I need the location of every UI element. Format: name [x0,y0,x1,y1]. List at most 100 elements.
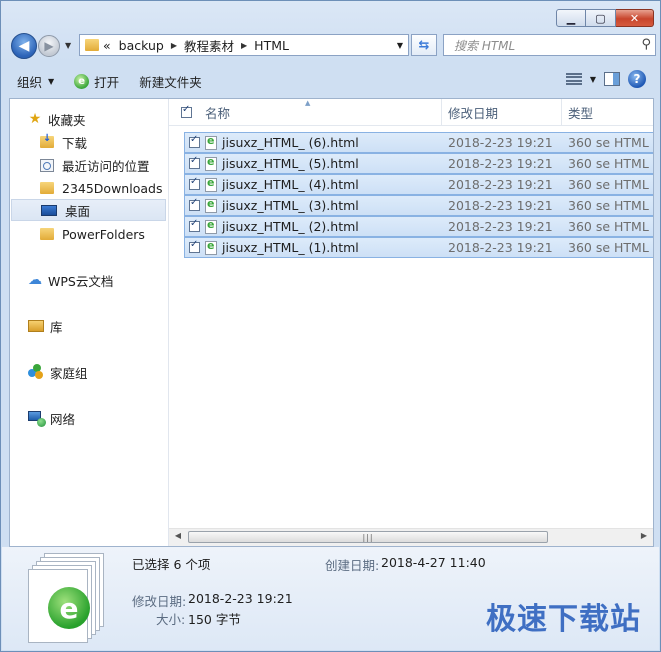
browser-logo-icon: e [48,587,90,629]
row-checkbox[interactable] [189,176,200,190]
homegroup-icon [28,364,44,380]
sidebar-favorites[interactable]: ★ 收藏夹 [26,108,86,130]
row-checkbox[interactable] [189,134,200,148]
file-date: 2018-2-23 19:21 [448,156,553,171]
maximize-button[interactable]: ▢ [586,9,616,27]
sidebar-item-label: 下载 [62,135,88,151]
breadcrumb: « backup ▶ 教程素材 ▶ HTML [99,35,293,55]
star-icon: ★ [28,111,42,127]
sidebar-wps-label: WPS云文档 [48,273,114,289]
created-date-value: 2018-4-27 11:40 [381,555,486,570]
chevron-right-icon[interactable]: ▶ [238,41,250,50]
sidebar-item-recent-places[interactable]: 最近访问的位置 [40,154,150,176]
sidebar-library[interactable]: 库 [28,315,63,337]
refresh-button[interactable]: ⇆ [411,34,437,56]
breadcrumb-html[interactable]: HTML [250,38,293,53]
file-row[interactable]: jisuxz_HTML_ (1).html 2018-2-23 19:21 36… [184,237,653,258]
sidebar-item-powerfolders[interactable]: PowerFolders [40,223,145,245]
arrow-left-icon: ◀ [18,38,30,54]
column-date[interactable]: 修改日期 [441,99,566,125]
file-type: 360 se HTML D [568,198,653,213]
select-all-checkbox[interactable] [181,99,192,125]
html-file-icon [205,218,217,234]
horizontal-scrollbar[interactable]: ◀ ||| ▶ [169,528,653,546]
sidebar-network[interactable]: 网络 [28,407,75,429]
column-name-label: 名称 [205,105,231,121]
search-input[interactable] [452,36,636,56]
view-list-icon[interactable] [565,73,582,85]
file-row[interactable]: jisuxz_HTML_ (4).html 2018-2-23 19:21 36… [184,174,653,195]
browser-icon: e [74,73,90,89]
forward-button[interactable]: ▶ [38,35,60,57]
row-checkbox[interactable] [189,155,200,169]
command-bar: 组织 ▼ e 打开 新建文件夹 ▼ ? [7,67,654,95]
refresh-icon: ⇆ [418,37,430,53]
html-file-icon [205,176,217,192]
column-date-label: 修改日期 [448,105,499,121]
created-date-label: 创建日期: [325,558,380,573]
modified-date-label: 修改日期: [132,594,187,609]
folder-icon [40,228,54,240]
new-folder-button[interactable]: 新建文件夹 [129,69,212,93]
minimize-button[interactable]: ▁ [556,9,586,27]
row-checkbox[interactable] [189,218,200,232]
open-button[interactable]: e 打开 [64,69,129,93]
sidebar-item-label: 最近访问的位置 [62,158,150,174]
details-pane: e 已选择 6 个项 创建日期: 2018-4-27 11:40 修改日期: 2… [2,547,659,650]
sidebar-item-downloads[interactable]: 下载 [40,131,87,153]
file-type: 360 se HTML D [568,219,653,234]
row-checkbox[interactable] [189,239,200,253]
caption-buttons: ▁ ▢ ✕ [556,9,654,27]
address-bar[interactable]: « backup ▶ 教程素材 ▶ HTML ▼ [79,34,409,56]
sidebar-homegroup-label: 家庭组 [50,365,88,381]
file-name: jisuxz_HTML_ (6).html [222,135,359,150]
scroll-left-icon[interactable]: ◀ [171,531,185,540]
file-row[interactable]: jisuxz_HTML_ (3).html 2018-2-23 19:21 36… [184,195,653,216]
back-button[interactable]: ◀ [11,33,37,59]
toolbar-right: ▼ ? [565,70,646,88]
new-folder-label: 新建文件夹 [139,74,202,90]
file-row[interactable]: jisuxz_HTML_ (6).html 2018-2-23 19:21 36… [184,132,653,153]
breadcrumb-tutorial[interactable]: 教程素材 [180,36,238,55]
modified-date-value: 2018-2-23 19:21 [188,591,293,606]
column-header: ▲ 名称 修改日期 类型 [169,99,653,126]
breadcrumb-backup[interactable]: backup [115,38,168,53]
file-row[interactable]: jisuxz_HTML_ (2).html 2018-2-23 19:21 36… [184,216,653,237]
row-checkbox[interactable] [189,197,200,211]
sidebar-item-label: 2345Downloads [62,180,163,196]
html-file-icon [205,134,217,150]
address-dropdown-icon[interactable]: ▼ [397,41,403,50]
cloud-icon: ☁ [28,272,42,288]
scrollbar-thumb[interactable]: ||| [188,531,548,543]
chevron-down-icon: ▼ [48,76,55,86]
file-name: jisuxz_HTML_ (4).html [222,177,359,192]
search-box[interactable]: ⚲ [443,34,656,56]
breadcrumb-overflow[interactable]: « [99,38,115,53]
scroll-right-icon[interactable]: ▶ [637,531,651,540]
search-icon[interactable]: ⚲ [641,37,651,52]
view-dropdown-icon[interactable]: ▼ [590,75,596,84]
recent-places-icon [40,158,54,172]
explorer-window: ▁ ▢ ✕ ◀ ▶ ▼ « backup ▶ 教程素材 ▶ HTML ▼ ⇆ ⚲ [0,0,661,652]
sidebar-wps-cloud[interactable]: ☁ WPS云文档 [26,269,113,291]
file-type: 360 se HTML D [568,240,653,255]
file-row[interactable]: jisuxz_HTML_ (5).html 2018-2-23 19:21 36… [184,153,653,174]
column-name[interactable]: 名称 [205,99,441,125]
help-icon[interactable]: ? [628,70,646,88]
column-type[interactable]: 类型 [561,99,653,125]
file-date: 2018-2-23 19:21 [448,219,553,234]
close-button[interactable]: ✕ [616,9,654,27]
file-date: 2018-2-23 19:21 [448,198,553,213]
open-label: 打开 [94,74,120,90]
folder-icon [85,39,99,51]
file-type: 360 se HTML D [568,177,653,192]
sidebar-item-label: 桌面 [65,203,91,219]
sidebar-homegroup[interactable]: 家庭组 [28,361,88,383]
organize-button[interactable]: 组织 ▼ [7,69,64,93]
recent-pages-dropdown[interactable]: ▼ [65,41,71,50]
preview-pane-icon[interactable] [604,72,620,86]
sidebar-item-2345downloads[interactable]: 2345Downloads [40,177,162,199]
sidebar-item-desktop[interactable]: 桌面 [11,199,166,221]
chevron-right-icon[interactable]: ▶ [168,41,180,50]
file-name: jisuxz_HTML_ (1).html [222,240,359,255]
